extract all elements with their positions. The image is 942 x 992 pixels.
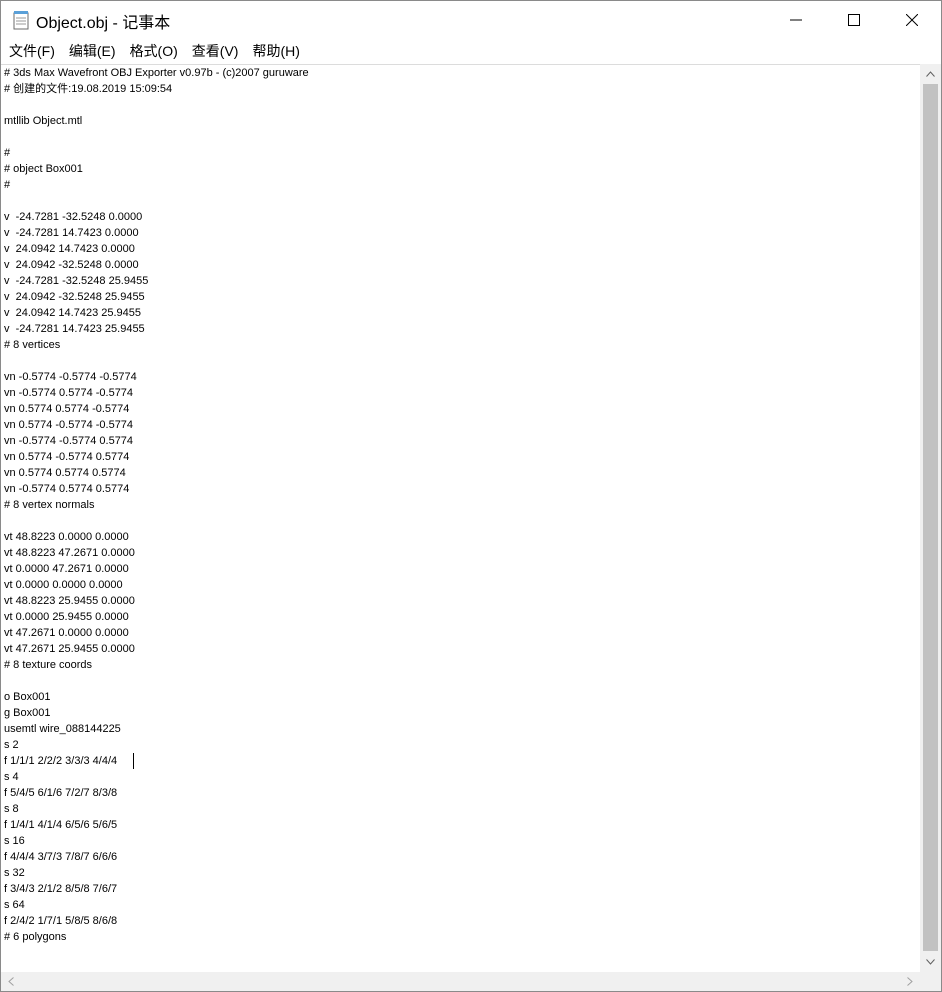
maximize-icon [848,14,860,26]
minimize-icon [790,19,802,21]
notepad-icon [11,10,31,30]
menu-view[interactable]: 查看(V) [185,41,246,61]
menu-bar: 文件(F) 编辑(E) 格式(O) 查看(V) 帮助(H) [1,39,941,63]
menu-format[interactable]: 格式(O) [123,41,185,61]
scroll-down-button[interactable] [920,952,941,972]
chevron-left-icon [8,977,14,986]
maximize-button[interactable] [825,1,883,39]
title-bar[interactable]: Object.obj - 记事本 [1,1,941,39]
chevron-up-icon [926,71,935,77]
close-button[interactable] [883,1,941,39]
menu-file[interactable]: 文件(F) [1,41,62,61]
scroll-up-button[interactable] [920,64,941,84]
minimize-button[interactable] [767,1,825,39]
text-editor[interactable]: # 3ds Max Wavefront OBJ Exporter v0.97b … [1,64,920,973]
vertical-scrollbar[interactable] [920,64,941,972]
horizontal-scrollbar[interactable] [1,972,920,991]
scroll-right-button[interactable] [900,972,920,991]
text-caret [133,753,134,769]
chevron-right-icon [907,977,913,986]
menu-help[interactable]: 帮助(H) [245,41,306,61]
notepad-window: Object.obj - 记事本 文件(F) 编辑(E) 格式(O) 查看(V)… [0,0,942,992]
close-icon [906,14,918,26]
vertical-scroll-thumb[interactable] [923,84,938,951]
chevron-down-icon [926,959,935,965]
window-title: Object.obj - 记事本 [36,15,171,32]
scrollbar-corner [920,972,941,991]
scroll-left-button[interactable] [1,972,21,991]
editor-content[interactable]: # 3ds Max Wavefront OBJ Exporter v0.97b … [4,65,309,945]
menu-edit[interactable]: 编辑(E) [62,41,123,61]
